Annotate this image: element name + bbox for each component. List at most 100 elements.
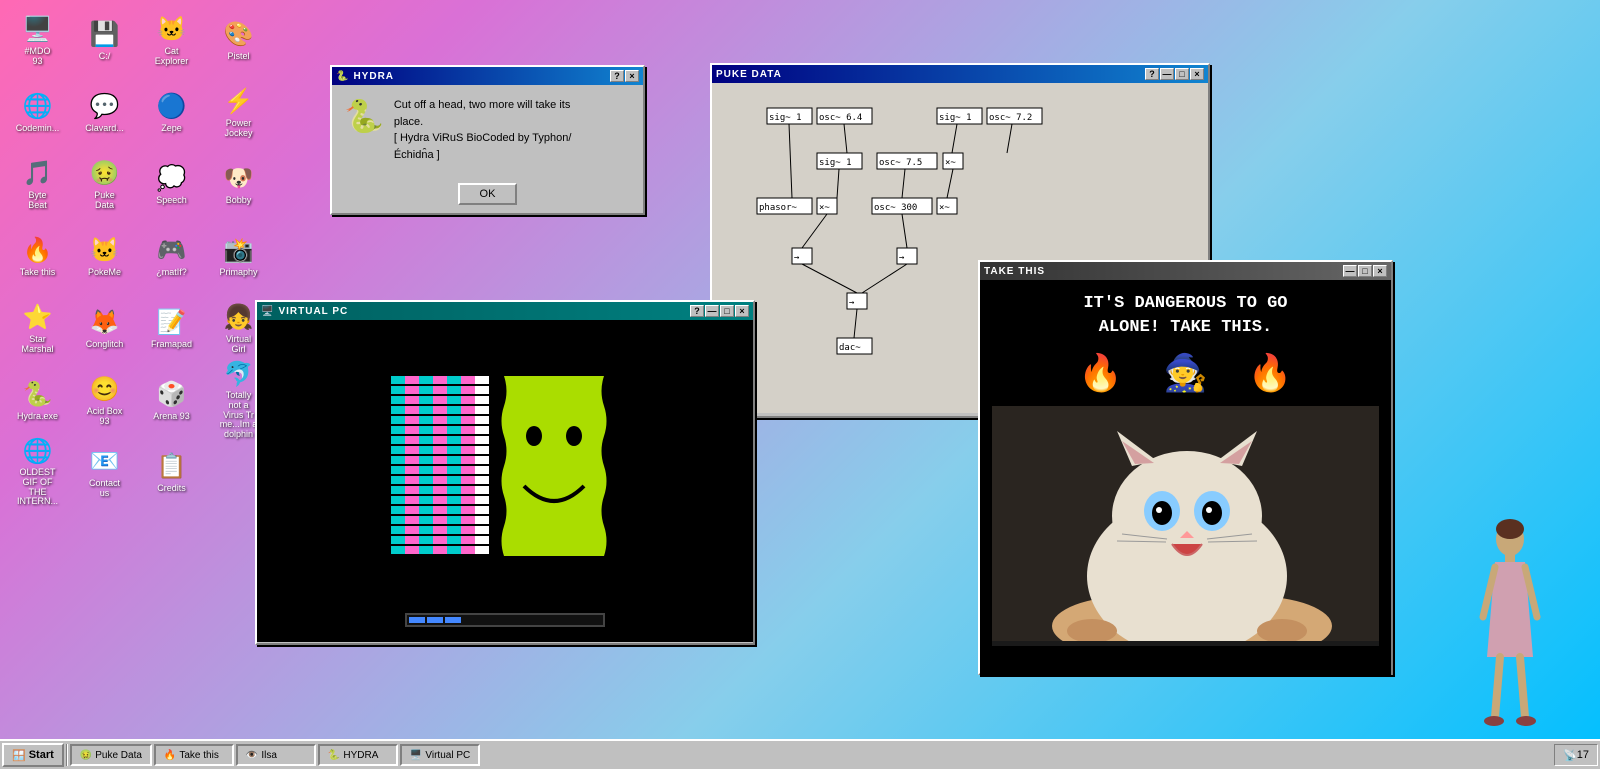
desktop-icon-cf[interactable]: 💾 C:/ [72,5,137,75]
taskbar-btn-hydra[interactable]: 🐍 HYDRA [318,744,398,766]
virtual-pc-content [257,320,753,642]
start-button[interactable]: 🪟 Start [2,743,64,767]
take-this-window[interactable]: TAKE THIS — □ × IT'S DANGEROUS TO GO ALO… [978,260,1393,675]
icon-img-oldest-gif: 🌐 [22,437,54,466]
take-this-titlebar-buttons[interactable]: — □ × [1343,265,1387,277]
fire-icon-right: 🔥 [1248,352,1293,394]
taskbar-btn-puke-data[interactable]: 🤢 Puke Data [70,744,152,766]
icon-img-take-this-icon: 🔥 [22,234,54,266]
virtual-pc-titlebar-buttons[interactable]: ? — □ × [690,305,749,317]
hydra-titlebar-buttons[interactable]: ? × [610,70,639,82]
desktop-icon-prima-phu[interactable]: 📸 Primaphy [206,221,271,291]
desktop-icon-pistel[interactable]: 🎨 Pistel [206,5,271,75]
desktop-icon-speech[interactable]: 💭 Speech [139,149,204,219]
desktop-icon-star-marshal[interactable]: ⭐ StarMarshal [5,293,70,363]
taskbar-btn-ilsa[interactable]: 👁️ Ilsa [236,744,316,766]
icon-img-what-if: 🎮 [156,234,188,266]
hydra-btn-close[interactable]: × [625,70,639,82]
virtual-pc-btn-max[interactable]: □ [720,305,734,317]
clock-time: 17 [1577,749,1589,761]
puke-data-btn-max[interactable]: □ [1175,68,1189,80]
desktop-icon-arena93[interactable]: 🎲 Arena 93 [139,365,204,435]
icon-label-codemin: Codemin... [16,124,60,134]
desktop-icon-power-jockey[interactable]: ⚡ PowerJockey [206,77,271,147]
svg-text:→: → [794,253,800,263]
virtual-pc-window[interactable]: 🖥️ VIRTUAL PC ? — □ × [255,300,755,645]
start-label: Start [29,749,54,761]
virtual-pc-btn-close[interactable]: × [735,305,749,317]
cat-svg [992,406,1379,641]
take-this-titlebar[interactable]: TAKE THIS — □ × [980,262,1391,280]
svg-text:osc~ 7.5: osc~ 7.5 [879,158,922,168]
hydra-ok-button[interactable]: OK [458,183,518,205]
svg-text:dac~: dac~ [839,343,861,353]
take-this-btn-min[interactable]: — [1343,265,1357,277]
icon-img-clavard: 💬 [89,90,121,122]
svg-text:sig~ 1: sig~ 1 [819,158,852,168]
icon-img-zepe: 🔵 [156,90,188,122]
taskbar-btn-take-this[interactable]: 🔥 Take this [154,744,234,766]
wizard-icon: 🧙 [1163,352,1208,394]
3d-figure [1475,517,1545,737]
fire-icon-left: 🔥 [1078,352,1123,394]
desktop-icon-bobby[interactable]: 🐶 Bobby [206,149,271,219]
taskbar-take-icon: 🔥 [164,750,176,761]
desktop-icon-byte-beat[interactable]: 🎵 ByteBeat [5,149,70,219]
desktop-icon-mdo93[interactable]: 🖥️ #MDO93 [5,5,70,75]
take-this-items: 🔥 🧙 🔥 [992,352,1379,394]
desktop-icon-credits[interactable]: 📋 Credits [139,437,204,507]
icon-img-conglitch: 🦊 [89,306,121,338]
puke-data-titlebar-buttons[interactable]: ? — □ × [1145,68,1204,80]
icon-img-hydraexe: 🐍 [22,378,54,410]
icon-img-framapad: 📝 [156,306,188,338]
hydra-btn-q[interactable]: ? [610,70,624,82]
desktop-icon-codemin[interactable]: 🌐 Codemin... [5,77,70,147]
icon-label-bobby: Bobby [226,196,252,206]
take-this-btn-max[interactable]: □ [1358,265,1372,277]
taskbar-btn-virtual-pc[interactable]: 🖥️ Virtual PC [400,744,480,766]
desktop-icon-zepe[interactable]: 🔵 Zepe [139,77,204,147]
desktop-icon-take-this-icon[interactable]: 🔥 Take this [5,221,70,291]
desktop-icon-hydraexe[interactable]: 🐍 Hydra.exe [5,365,70,435]
hydra-footer: OK [332,175,643,213]
desktop-icon-clavard[interactable]: 💬 Clavard... [72,77,137,147]
desktop-icon-oldest-gif[interactable]: 🌐 OLDESTGIF OFTHEINTERN... [5,437,70,507]
icon-label-hydraexe: Hydra.exe [17,412,58,422]
figure-svg [1475,517,1545,737]
icon-img-cat-explorer: 🐱 [156,13,188,45]
desktop-icon-conglitch[interactable]: 🦊 Conglitch [72,293,137,363]
hydra-body: 🐍 Cut off a head, two more will take its… [332,85,643,175]
puke-data-titlebar[interactable]: PUKE DATA ? — □ × [712,65,1208,83]
taskbar-puke-icon: 🤢 [80,750,92,761]
virtual-pc-btn-q[interactable]: ? [690,305,704,317]
desktop-icon-contact-us[interactable]: 📧 Contactus [72,437,137,507]
take-this-headline: IT'S DANGEROUS TO GO ALONE! TAKE THIS. [992,292,1379,340]
svg-text:×~: ×~ [945,158,956,168]
svg-text:phasor~: phasor~ [759,203,798,213]
taskbar-ilsa-icon: 👁️ [246,750,258,761]
icon-img-virtual-girl: 👧 [223,301,255,333]
desktop-icon-what-if[interactable]: 🎮 ¿matIf? [139,221,204,291]
take-this-btn-close[interactable]: × [1373,265,1387,277]
puke-data-btn-close[interactable]: × [1190,68,1204,80]
icon-label-arena93: Arena 93 [153,412,190,422]
desktop-icon-framapad[interactable]: 📝 Framapad [139,293,204,363]
desktop-icon-puke-data-icon[interactable]: 🤢 PukeData [72,149,137,219]
puke-data-btn-q[interactable]: ? [1145,68,1159,80]
desktop-icon-cat-explorer[interactable]: 🐱 CatExplorer [139,5,204,75]
icon-img-byte-beat: 🎵 [22,157,54,189]
desktop-icon-poke-me[interactable]: 🐱 PokeMe [72,221,137,291]
vga-art [391,376,619,556]
puke-data-btn-min[interactable]: — [1160,68,1174,80]
icon-label-cf: C:/ [99,52,111,62]
hydra-titlebar[interactable]: 🐍 HYDRA ? × [332,67,643,85]
icon-img-speech: 💭 [156,162,188,194]
puke-data-title: PUKE DATA [716,69,782,80]
hydra-window[interactable]: 🐍 HYDRA ? × 🐍 Cut off a head, two more w… [330,65,645,215]
virtual-pc-titlebar[interactable]: 🖥️ VIRTUAL PC ? — □ × [257,302,753,320]
desktop-icon-acid-box[interactable]: 😊 Acid Box93 [72,365,137,435]
icon-img-cf: 💾 [89,18,121,50]
svg-text:→: → [849,298,855,308]
hydra-dialog-text: Cut off a head, two more will take its p… [394,97,572,163]
virtual-pc-btn-min[interactable]: — [705,305,719,317]
